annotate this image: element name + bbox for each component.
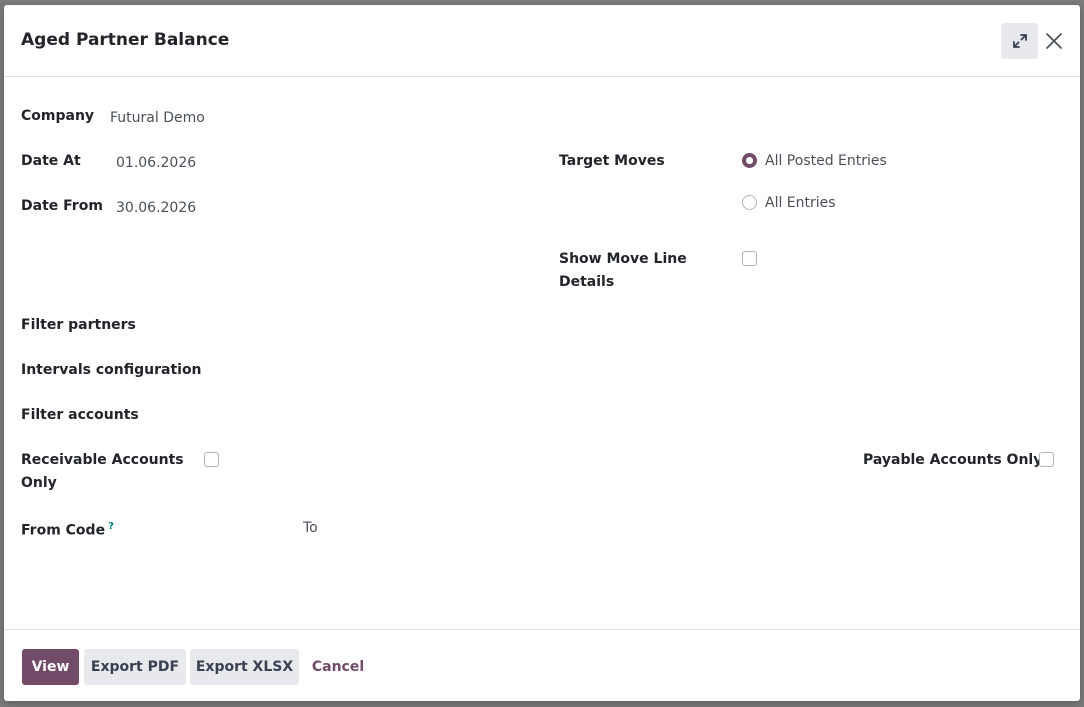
filter-partners-heading: Filter partners (21, 317, 136, 333)
payable-accounts-only-checkbox[interactable] (1039, 452, 1054, 467)
expand-icon (1012, 34, 1027, 48)
from-code-label: From Code? (21, 515, 114, 543)
cancel-button[interactable]: Cancel (307, 649, 369, 685)
intervals-configuration-heading: Intervals configuration (21, 362, 202, 378)
receivable-accounts-only-label-1: Receivable Accounts (21, 452, 184, 468)
company-label: Company (21, 108, 95, 124)
date-from-field[interactable]: 30.06.2026 (116, 197, 196, 220)
all-posted-entries-label[interactable]: All Posted Entries (765, 150, 887, 173)
target-moves-label: Target Moves (559, 153, 665, 169)
view-button[interactable]: View (22, 649, 79, 685)
company-field[interactable]: Futural Demo (110, 107, 205, 130)
close-button[interactable] (1042, 29, 1066, 53)
receivable-accounts-only-checkbox[interactable] (204, 452, 219, 467)
date-from-label: Date From (21, 198, 103, 214)
dialog-title: Aged Partner Balance (21, 30, 230, 50)
date-at-label: Date At (21, 153, 81, 169)
show-move-line-details-label-2: Details (559, 274, 615, 290)
filter-accounts-heading: Filter accounts (21, 407, 139, 423)
date-at-field[interactable]: 01.06.2026 (116, 152, 196, 175)
show-move-line-details-label-1: Show Move Line (559, 251, 687, 267)
export-pdf-button[interactable]: Export PDF (84, 649, 186, 685)
aged-partner-balance-dialog: Aged Partner Balance Company Futural Dem… (4, 5, 1080, 701)
help-tooltip-icon[interactable]: ? (108, 521, 114, 532)
close-icon (1046, 33, 1062, 49)
all-entries-label[interactable]: All Entries (765, 192, 836, 215)
radio-all-posted-entries[interactable] (742, 153, 757, 168)
receivable-accounts-only-label-2: Only (21, 475, 57, 491)
show-move-line-details-checkbox[interactable] (742, 251, 757, 266)
dialog-footer: View Export PDF Export XLSX Cancel (4, 629, 1080, 701)
to-label: To (303, 520, 318, 536)
payable-accounts-only-label: Payable Accounts Only (863, 452, 1043, 468)
from-code-label-text: From Code (21, 522, 106, 539)
radio-all-entries[interactable] (742, 195, 757, 210)
export-xlsx-button[interactable]: Export XLSX (190, 649, 299, 685)
expand-button[interactable] (1001, 23, 1038, 59)
dialog-header: Aged Partner Balance (4, 5, 1080, 77)
